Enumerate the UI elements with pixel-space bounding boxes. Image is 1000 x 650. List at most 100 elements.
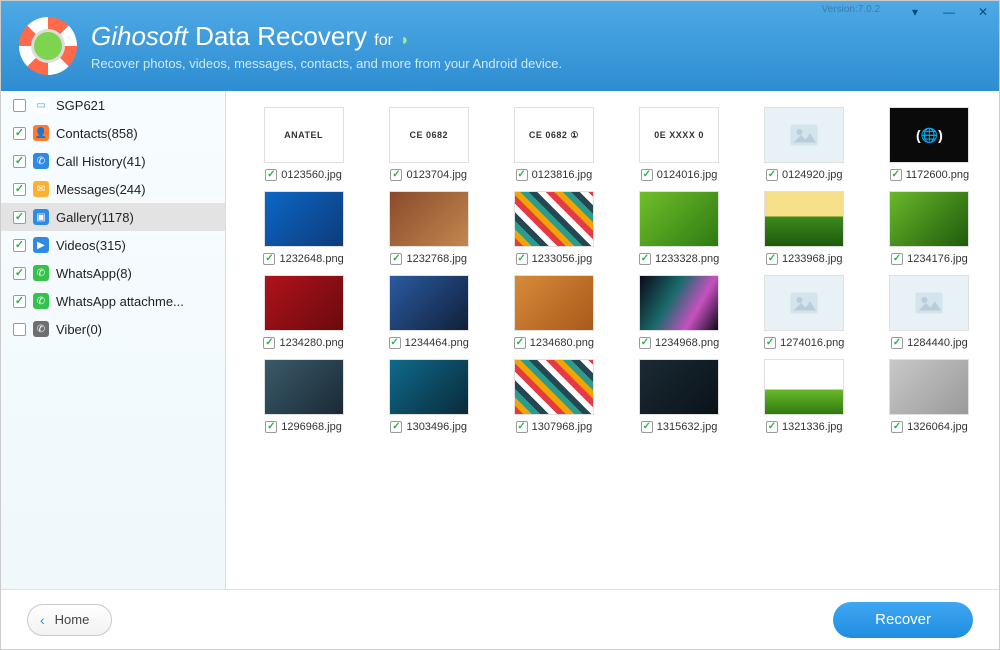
sidebar-item-label: WhatsApp(8) [56,266,215,281]
checkbox[interactable] [263,253,275,265]
checkbox[interactable] [13,155,26,168]
checkbox[interactable] [13,295,26,308]
sidebar-item-label: Contacts(858) [56,126,215,141]
sidebar-item-label: Videos(315) [56,238,215,253]
thumbnail-item[interactable]: 0124920.jpg [747,107,862,181]
thumbnail-item[interactable]: 1284440.jpg [872,275,987,349]
thumbnail-item[interactable]: 1232648.png [246,191,361,265]
android-icon [19,17,77,75]
checkbox[interactable] [390,253,402,265]
checkbox[interactable] [13,127,26,140]
checkbox[interactable] [891,421,903,433]
thumbnail-item[interactable]: ANATEL0123560.jpg [246,107,361,181]
checkbox[interactable] [891,253,903,265]
thumbnail-image [514,191,594,247]
thumbnail-item[interactable]: CE 06820123704.jpg [371,107,486,181]
thumbnail-image: CE 0682 [389,107,469,163]
thumbnail-image [764,191,844,247]
thumbnail-item[interactable]: 1326064.jpg [872,359,987,433]
sidebar-item-label: Gallery(1178) [56,210,215,225]
checkbox[interactable] [891,337,903,349]
checkbox[interactable] [13,239,26,252]
checkbox[interactable] [890,169,902,181]
checkbox[interactable] [764,337,776,349]
sidebar-item-call[interactable]: ✆Call History(41) [1,147,225,175]
sidebar-item-whatsapp[interactable]: ✆WhatsApp(8) [1,259,225,287]
checkbox[interactable] [516,169,528,181]
thumbnail-filename: 1233968.jpg [782,253,843,265]
thumbnail-item[interactable]: 1234464.png [371,275,486,349]
thumbnail-item[interactable]: 1233968.jpg [747,191,862,265]
checkbox[interactable] [13,211,26,224]
checkbox[interactable] [390,421,402,433]
sidebar-item-videos[interactable]: ▶Videos(315) [1,231,225,259]
thumbnail-item[interactable]: 1234680.png [496,275,611,349]
checkbox[interactable] [389,337,401,349]
checkbox[interactable] [390,169,402,181]
android-small-icon: ◗ [400,32,410,49]
checkbox[interactable] [265,169,277,181]
sidebar-item-viber[interactable]: ✆Viber(0) [1,315,225,343]
contacts-icon: 👤 [33,125,49,141]
sidebar-item-label: WhatsApp attachme... [56,294,215,309]
checkbox[interactable] [641,169,653,181]
checkbox[interactable] [641,421,653,433]
thumbnail-image [264,191,344,247]
thumbnail-filename: 1234968.png [655,337,719,349]
sidebar-item-messages[interactable]: ✉Messages(244) [1,175,225,203]
checkbox[interactable] [263,337,275,349]
thumbnail-image [639,275,719,331]
app-title: Gihosoft Data Recovery for ◗ [91,21,562,52]
checkbox[interactable] [639,253,651,265]
window-controls: ▾ — ✕ [898,0,1000,24]
thumbnail-item[interactable]: 1321336.jpg [747,359,862,433]
checkbox[interactable] [639,337,651,349]
thumbnail-image [389,359,469,415]
whatsapp-icon: ✆ [33,293,49,309]
thumbnail-item[interactable]: 1234280.png [246,275,361,349]
thumbnail-item[interactable]: 1315632.jpg [621,359,736,433]
thumbnail-item[interactable]: 1233328.png [621,191,736,265]
version-label: Version:7.0.2 [822,4,880,15]
chevron-left-icon: ‹ [40,612,45,628]
minimize-button[interactable]: — [932,0,966,24]
thumbnail-caption: 1172600.png [890,169,969,181]
recover-button[interactable]: Recover [833,602,973,638]
thumbnail-caption: 1234968.png [639,337,719,349]
thumbnail-item[interactable]: 0E XXXX 00124016.jpg [621,107,736,181]
checkbox[interactable] [766,169,778,181]
thumbnail-filename: 1307968.jpg [532,421,593,433]
thumbnail-caption: 1315632.jpg [641,421,718,433]
thumbnail-filename: 1274016.png [780,337,844,349]
thumbnail-panel[interactable]: ANATEL0123560.jpgCE 06820123704.jpgCE 06… [226,91,999,589]
thumbnail-item[interactable]: CE 0682 ①0123816.jpg [496,107,611,181]
thumbnail-item[interactable]: 1274016.png [747,275,862,349]
checkbox[interactable] [13,267,26,280]
thumbnail-item[interactable]: (🌐)1172600.png [872,107,987,181]
close-button[interactable]: ✕ [966,0,1000,24]
checkbox[interactable] [516,421,528,433]
thumbnail-item[interactable]: 1296968.jpg [246,359,361,433]
checkbox[interactable] [766,253,778,265]
thumbnail-item[interactable]: 1232768.jpg [371,191,486,265]
thumbnail-item[interactable]: 1307968.jpg [496,359,611,433]
checkbox[interactable] [265,421,277,433]
sidebar-item-contacts[interactable]: 👤 Contacts(858) [1,119,225,147]
thumbnail-caption: 0124920.jpg [766,169,843,181]
help-button[interactable]: ▾ [898,0,932,24]
home-button[interactable]: ‹ Home [27,604,112,636]
thumbnail-item[interactable]: 1234176.jpg [872,191,987,265]
sidebar-item-whatsapp[interactable]: ✆ WhatsApp attachme... [1,287,225,315]
sidebar-item-device[interactable]: ▭SGP621 [1,91,225,119]
sidebar-item-label: SGP621 [56,98,215,113]
checkbox[interactable] [13,323,26,336]
thumbnail-item[interactable]: 1233056.jpg [496,191,611,265]
thumbnail-item[interactable]: 1303496.jpg [371,359,486,433]
checkbox[interactable] [514,337,526,349]
checkbox[interactable] [516,253,528,265]
thumbnail-item[interactable]: 1234968.png [621,275,736,349]
checkbox[interactable] [766,421,778,433]
checkbox[interactable] [13,99,26,112]
checkbox[interactable] [13,183,26,196]
sidebar-item-gallery[interactable]: ▣Gallery(1178) [1,203,225,231]
